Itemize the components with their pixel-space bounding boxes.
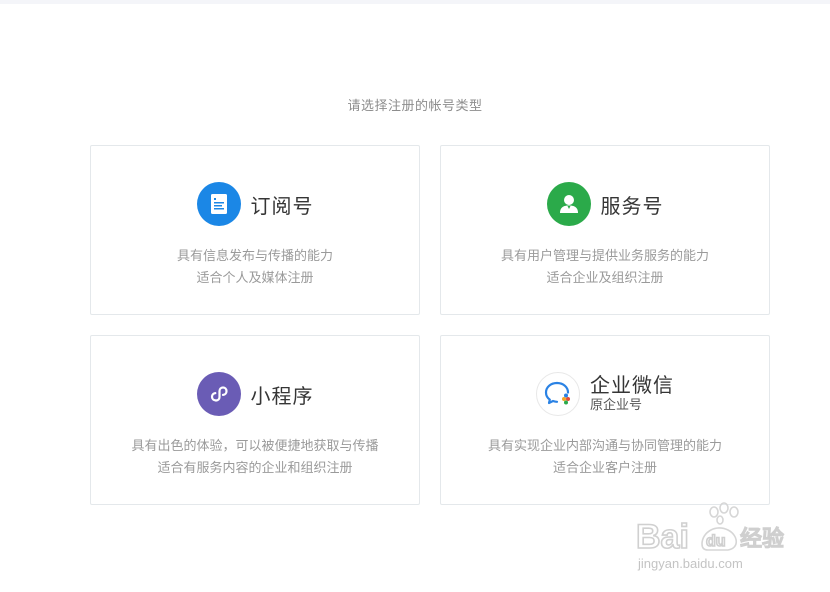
mini-program-icon <box>196 372 241 416</box>
card-header: 订阅号 <box>91 182 419 226</box>
baidu-jingyan-watermark: Bai du 经验 jingyan.baidu.com <box>636 502 785 571</box>
account-type-card-wecom[interactable]: 企业微信 原企业号 具有实现企业内部沟通与协同管理的能力 适合企业客户注册 <box>440 335 770 505</box>
card-header: 企业微信 原企业号 <box>441 372 769 416</box>
page-title: 请选择注册的帐号类型 <box>347 99 483 114</box>
service-user-icon <box>546 182 591 226</box>
card-header: 服务号 <box>441 182 769 226</box>
account-type-card-subscription[interactable]: 订阅号 具有信息发布与传播的能力 适合个人及媒体注册 <box>90 145 420 315</box>
card-title: 企业微信 <box>590 373 674 397</box>
card-description: 具有信息发布与传播的能力 适合个人及媒体注册 <box>91 246 419 290</box>
subscription-doc-icon <box>196 182 241 226</box>
card-description: 具有实现企业内部沟通与协同管理的能力 适合企业客户注册 <box>441 436 769 480</box>
wecom-icon <box>536 372 580 416</box>
card-subtitle: 原企业号 <box>590 398 643 413</box>
card-description: 具有用户管理与提供业务服务的能力 适合企业及组织注册 <box>441 246 769 290</box>
card-title-block: 企业微信 原企业号 <box>590 373 674 415</box>
card-desc-line: 适合企业及组织注册 <box>546 271 664 286</box>
card-title: 订阅号 <box>250 193 314 218</box>
card-desc-line: 具有实现企业内部沟通与协同管理的能力 <box>487 439 722 454</box>
card-desc-line: 具有出色的体验，可以被便捷地获取与传播 <box>131 439 379 454</box>
card-desc-line: 适合个人及媒体注册 <box>196 271 314 286</box>
card-title: 服务号 <box>600 193 664 218</box>
svg-text:jingyan.baidu.com: jingyan.baidu.com <box>637 556 743 571</box>
svg-text:经验: 经验 <box>740 527 784 552</box>
account-type-card-mini-program[interactable]: 小程序 具有出色的体验，可以被便捷地获取与传播 适合有服务内容的企业和组织注册 <box>90 335 420 505</box>
account-type-card-service[interactable]: 服务号 具有用户管理与提供业务服务的能力 适合企业及组织注册 <box>440 145 770 315</box>
svg-text:Bai: Bai <box>636 518 689 556</box>
card-desc-line: 具有用户管理与提供业务服务的能力 <box>500 249 709 264</box>
card-header: 小程序 <box>91 372 419 416</box>
svg-text:du: du <box>706 533 726 550</box>
card-description: 具有出色的体验，可以被便捷地获取与传播 适合有服务内容的企业和组织注册 <box>91 436 419 480</box>
card-desc-line: 适合企业客户注册 <box>552 461 657 476</box>
card-desc-line: 适合有服务内容的企业和组织注册 <box>157 461 353 476</box>
card-title: 小程序 <box>250 383 314 408</box>
card-desc-line: 具有信息发布与传播的能力 <box>176 249 333 264</box>
top-bar <box>0 0 830 4</box>
